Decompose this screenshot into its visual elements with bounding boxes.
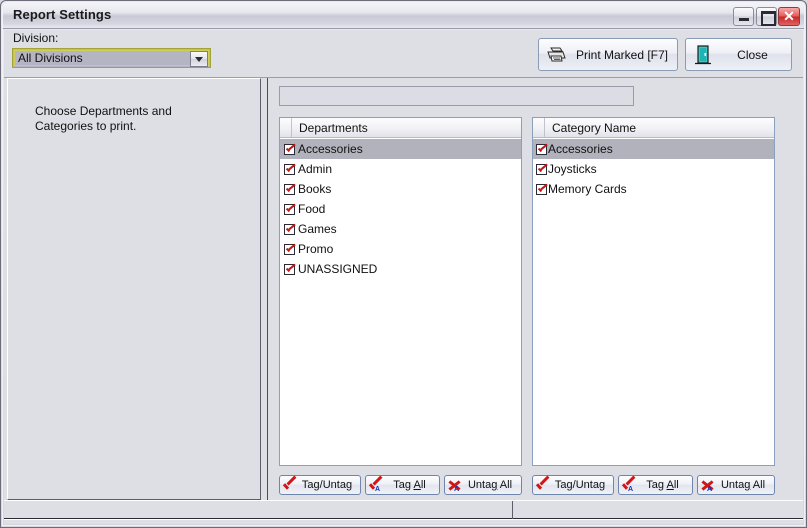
list-item-label: Accessories <box>548 142 613 156</box>
list-item-label: Books <box>298 182 332 196</box>
chevron-down-icon[interactable] <box>190 51 208 67</box>
list-item-label: Accessories <box>298 142 363 156</box>
tag-all-button[interactable]: A Tag All <box>618 475 693 495</box>
list-item[interactable]: UNASSIGNED <box>280 259 521 279</box>
close-icon: ✕ <box>783 8 795 24</box>
checkbox-checked-icon[interactable] <box>284 183 295 195</box>
list-item-label: Admin <box>298 162 333 176</box>
accelerator-underline: A <box>413 479 421 491</box>
minimize-icon <box>734 8 753 25</box>
tag-all-button-label: Tag All <box>646 479 679 491</box>
list-item-label: Promo <box>298 242 334 256</box>
untag-all-button[interactable]: A Untag All <box>444 475 522 495</box>
checkbox-checked-icon[interactable] <box>284 163 295 175</box>
tag-all-button[interactable]: A Tag All <box>365 475 440 495</box>
untag-all-button-label: Untag All <box>720 479 766 491</box>
red-x-a-icon: A <box>698 476 717 494</box>
departments-header: Departments <box>280 118 521 138</box>
departments-rows: Accessories Admin Books Food Games Promo UNASS… <box>280 139 521 465</box>
print-marked-label: Print Marked [F7] <box>575 47 669 62</box>
hint-text: Choose Departments and Categories to pri… <box>35 104 172 133</box>
accelerator-letter: A <box>707 486 713 493</box>
departments-header-gutter <box>280 118 292 137</box>
list-item[interactable]: Promo <box>280 239 521 259</box>
checkbox-checked-icon[interactable] <box>284 223 295 235</box>
list-item[interactable]: Books <box>280 179 521 199</box>
red-check-a-icon: A <box>619 476 638 494</box>
categories-listbox[interactable]: Category Name Accessories Joysticks Memory… <box>532 117 775 466</box>
accelerator-letter: A <box>375 486 381 493</box>
list-item[interactable]: Admin <box>280 159 521 179</box>
departments-header-label: Departments <box>299 120 368 135</box>
list-item[interactable]: Food <box>280 199 521 219</box>
list-item-label: Food <box>298 202 326 216</box>
filter-input[interactable] <box>279 86 634 106</box>
bottom-status-strip <box>4 500 803 524</box>
red-check-icon <box>533 476 552 494</box>
categories-rows: Accessories Joysticks Memory Cards <box>533 139 774 465</box>
checkbox-checked-icon[interactable] <box>284 263 295 275</box>
untag-all-button[interactable]: A Untag All <box>697 475 775 495</box>
maximize-icon <box>757 8 776 26</box>
tag-untag-button[interactable]: Tag/Untag <box>532 475 614 495</box>
title-bar[interactable]: Report Settings ✕ <box>3 3 804 29</box>
list-item[interactable]: Joysticks <box>533 159 774 179</box>
bottom-strip-divider <box>512 501 513 520</box>
minimize-button[interactable] <box>733 7 754 26</box>
list-item-label: UNASSIGNED <box>298 262 378 276</box>
red-check-a-icon: A <box>366 476 385 494</box>
accelerator-letter: A <box>454 486 460 493</box>
checkbox-checked-icon[interactable] <box>284 203 295 215</box>
departments-listbox[interactable]: Departments Accessories Admin Books Food Gam… <box>279 117 522 466</box>
checkbox-checked-icon[interactable] <box>536 183 547 195</box>
division-label: Division: <box>13 31 59 45</box>
tag-untag-button[interactable]: Tag/Untag <box>279 475 361 495</box>
categories-header-label: Category Name <box>552 120 637 135</box>
accelerator-underline: A <box>666 479 674 491</box>
categories-tag-buttons: Tag/Untag A Tag All A Untag All <box>532 475 775 495</box>
checkbox-checked-icon[interactable] <box>284 143 295 155</box>
toolbar: Division: All Divisions Print Marked [F7… <box>4 30 803 78</box>
list-item[interactable]: Accessories <box>533 139 774 159</box>
list-item-label: Memory Cards <box>548 182 627 196</box>
untag-all-button-label: Untag All <box>467 479 513 491</box>
print-marked-button[interactable]: Print Marked [F7] <box>538 38 678 71</box>
accelerator-letter: A <box>628 486 634 493</box>
tag-untag-button-label: Tag/Untag <box>554 479 606 491</box>
categories-header-gutter <box>533 118 545 137</box>
departments-tag-buttons: Tag/Untag A Tag All A Untag All <box>279 475 522 495</box>
checkbox-checked-icon[interactable] <box>284 243 295 255</box>
close-window-button[interactable]: ✕ <box>778 7 800 26</box>
maximize-button[interactable] <box>756 7 777 26</box>
close-button[interactable]: Close <box>685 38 792 71</box>
tag-untag-button-label: Tag/Untag <box>301 479 353 491</box>
right-selection-pane: Departments Accessories Admin Books Food Gam… <box>267 78 803 500</box>
close-button-label: Close <box>737 47 768 62</box>
exit-door-icon <box>686 44 720 66</box>
red-x-a-icon: A <box>445 476 464 494</box>
window-title: Report Settings <box>13 7 112 22</box>
red-check-icon <box>280 476 299 494</box>
printer-icon <box>539 45 573 65</box>
accelerator-underline: g <box>491 479 498 491</box>
left-info-pane: Choose Departments and Categories to pri… <box>7 78 261 500</box>
categories-header: Category Name <box>533 118 774 138</box>
division-selected-value: All Divisions <box>18 51 83 65</box>
tag-all-button-label: Tag All <box>393 479 426 491</box>
division-select[interactable]: All Divisions <box>12 48 211 68</box>
report-settings-window: Report Settings ✕ Division: All Division… <box>0 0 807 528</box>
list-item-label: Games <box>298 222 337 236</box>
list-item[interactable]: Memory Cards <box>533 179 774 199</box>
accelerator-underline: g <box>744 479 751 491</box>
checkbox-checked-icon[interactable] <box>536 143 547 155</box>
list-item-label: Joysticks <box>548 162 597 176</box>
checkbox-checked-icon[interactable] <box>536 163 547 175</box>
list-item[interactable]: Games <box>280 219 521 239</box>
list-item[interactable]: Accessories <box>280 139 521 159</box>
content-area: Choose Departments and Categories to pri… <box>4 78 803 524</box>
